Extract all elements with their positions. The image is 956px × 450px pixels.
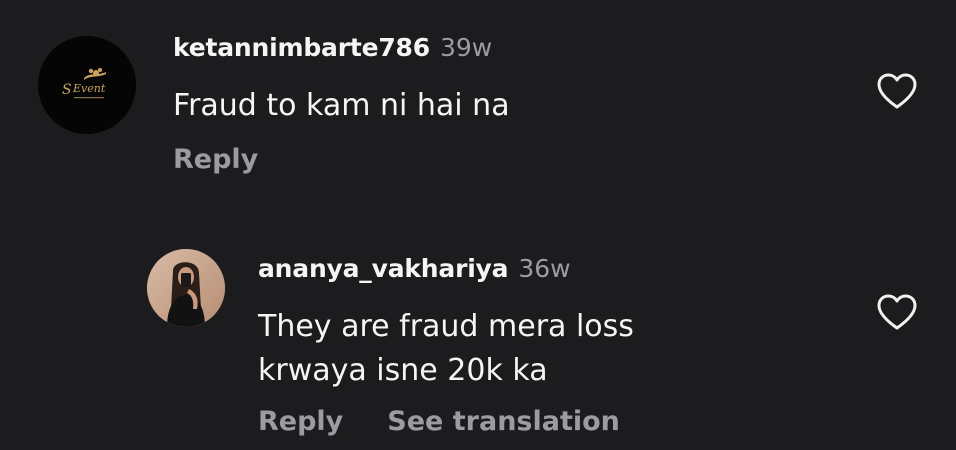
comment-header: ketannimbarte786 39w [173, 33, 492, 66]
comment-text-line: They are fraud mera loss [258, 309, 634, 344]
see-translation-button[interactable]: See translation [387, 406, 620, 437]
avatar[interactable] [147, 249, 225, 327]
comment-text-line: krwaya isne 20k ka [258, 353, 548, 388]
comment-text: They are fraud mera loss krwaya isne 20k… [258, 305, 634, 393]
timestamp: 39w [439, 33, 493, 62]
comment-text: Fraud to kam ni hai na [173, 88, 510, 123]
svg-text:Event: Event [72, 82, 106, 95]
username[interactable]: ketannimbarte786 [173, 33, 430, 62]
reply-button[interactable]: Reply [258, 406, 343, 437]
avatar[interactable]: S Event [38, 36, 136, 134]
svg-text:S: S [62, 82, 72, 98]
user-photo-icon [147, 249, 225, 327]
comment-header: ananya_vakhariya 36w [258, 254, 571, 287]
like-heart-icon[interactable] [875, 71, 919, 111]
reply-button[interactable]: Reply [173, 144, 258, 175]
comment-actions: Reply [173, 143, 258, 177]
timestamp: 36w [518, 254, 571, 283]
event-logo-icon: S Event [38, 36, 136, 134]
like-heart-icon[interactable] [875, 292, 919, 332]
username[interactable]: ananya_vakhariya [258, 254, 509, 283]
comment-actions: Reply See translation [258, 405, 620, 439]
